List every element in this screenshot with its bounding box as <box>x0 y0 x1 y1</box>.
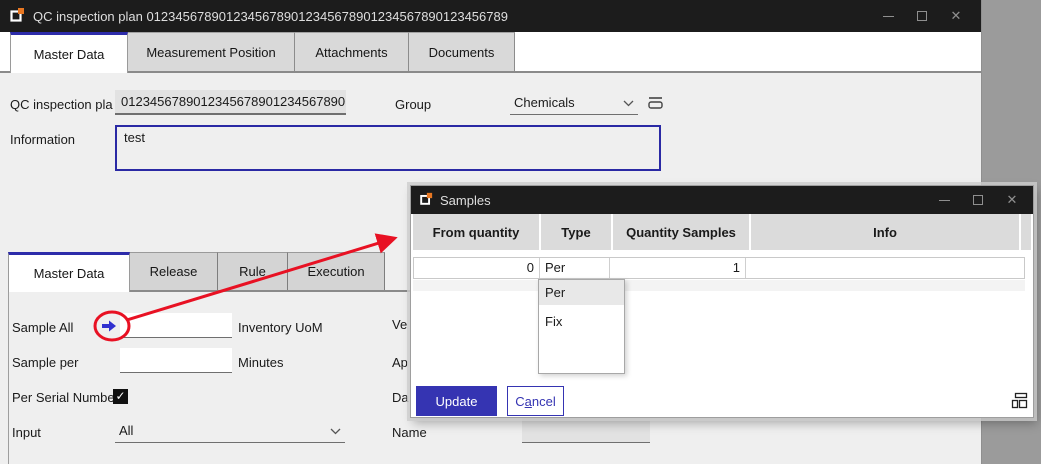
subtab-master-data[interactable]: Master Data <box>8 252 130 292</box>
app-logo-icon <box>419 192 433 209</box>
name-label: Name <box>392 425 427 440</box>
input-label: Input <box>12 425 41 440</box>
qc-inspection-plan-label: QC inspection pla <box>10 97 113 112</box>
group-list-icon[interactable] <box>647 95 664 113</box>
cancel-label-pre: C <box>515 394 524 409</box>
chevron-down-icon <box>623 95 634 110</box>
cell-from-quantity[interactable]: 0 <box>414 258 540 278</box>
cell-info[interactable] <box>746 258 1024 278</box>
minimize-icon[interactable] <box>871 0 905 32</box>
group-label: Group <box>395 97 431 112</box>
tab-master-data[interactable]: Master Data <box>10 32 128 73</box>
close-icon[interactable]: ✕ <box>995 186 1029 214</box>
update-button[interactable]: Update <box>416 386 497 416</box>
input-value: All <box>119 423 326 438</box>
approved-label: Ap <box>392 355 408 370</box>
main-tabstrip: Master Data Measurement Position Attachm… <box>0 32 981 73</box>
desktop: { "window": { "title": "QC inspection pl… <box>0 0 1041 464</box>
sample-all-input[interactable] <box>120 313 232 338</box>
information-textarea[interactable]: test <box>115 125 661 171</box>
cancel-button[interactable]: Cancel <box>507 386 564 416</box>
qc-inspection-plan-field[interactable]: 0123456789012345678901234567890 <box>115 90 346 115</box>
sample-per-label: Sample per <box>12 355 78 370</box>
maximize-icon[interactable] <box>905 0 939 32</box>
column-header-spacer <box>1021 214 1031 250</box>
inventory-uom-label: Inventory UoM <box>238 320 323 335</box>
samples-window-controls: ✕ <box>927 186 1029 214</box>
sample-all-detail-arrow-icon[interactable] <box>100 318 118 337</box>
next-row-placeholder <box>413 280 1025 291</box>
sample-per-input[interactable] <box>120 348 232 373</box>
detail-tabstrip: Master Data Release Rule Execution <box>8 252 385 290</box>
per-serial-number-checkbox[interactable]: ✓ <box>113 389 128 404</box>
name-field[interactable] <box>522 418 650 443</box>
group-value: Chemicals <box>514 95 619 110</box>
tab-documents[interactable]: Documents <box>409 32 515 71</box>
cancel-label-accelerator: a <box>525 394 532 409</box>
close-icon[interactable]: ✕ <box>939 0 973 32</box>
type-dropdown-list: Per Fix <box>538 279 625 374</box>
cell-type[interactable]: Per <box>540 258 610 278</box>
samples-window: Samples ✕ From quantity Type Quantity Sa… <box>410 185 1034 418</box>
column-header-quantity-samples[interactable]: Quantity Samples <box>613 214 749 250</box>
type-option-fix[interactable]: Fix <box>539 309 624 334</box>
tab-attachments[interactable]: Attachments <box>295 32 409 71</box>
cell-quantity-samples[interactable]: 1 <box>610 258 746 278</box>
sample-all-label: Sample All <box>12 320 73 335</box>
subtab-release[interactable]: Release <box>130 252 218 290</box>
information-label: Information <box>10 132 75 147</box>
samples-window-title: Samples <box>440 193 491 208</box>
chevron-down-icon <box>330 423 341 438</box>
cancel-label-post: ncel <box>532 394 556 409</box>
column-header-from-quantity[interactable]: From quantity <box>413 214 539 250</box>
minimize-icon[interactable] <box>927 186 961 214</box>
type-option-per[interactable]: Per <box>539 280 624 305</box>
group-dropdown[interactable]: Chemicals <box>510 90 638 115</box>
version-label: Ve <box>392 317 407 332</box>
maximize-icon[interactable] <box>961 186 995 214</box>
main-titlebar: QC inspection plan 012345678901234567890… <box>0 0 981 32</box>
minutes-label: Minutes <box>238 355 284 370</box>
input-dropdown[interactable]: All <box>115 418 345 443</box>
subtab-execution[interactable]: Execution <box>288 252 385 290</box>
column-header-info[interactable]: Info <box>751 214 1019 250</box>
tab-measurement-position[interactable]: Measurement Position <box>128 32 295 71</box>
window-title: QC inspection plan 012345678901234567890… <box>33 9 508 24</box>
date-label: Da <box>392 390 409 405</box>
app-logo-icon <box>9 7 25 26</box>
column-header-type[interactable]: Type <box>541 214 611 250</box>
samples-grid-header: From quantity Type Quantity Samples Info <box>413 214 1031 250</box>
layout-grid-icon[interactable] <box>1011 392 1028 412</box>
table-row: 0 Per 1 <box>413 257 1025 279</box>
samples-titlebar: Samples ✕ <box>411 186 1033 214</box>
main-window-controls: ✕ <box>871 0 973 32</box>
subtab-rule[interactable]: Rule <box>218 252 288 290</box>
per-serial-number-label: Per Serial Numbe <box>12 390 115 405</box>
